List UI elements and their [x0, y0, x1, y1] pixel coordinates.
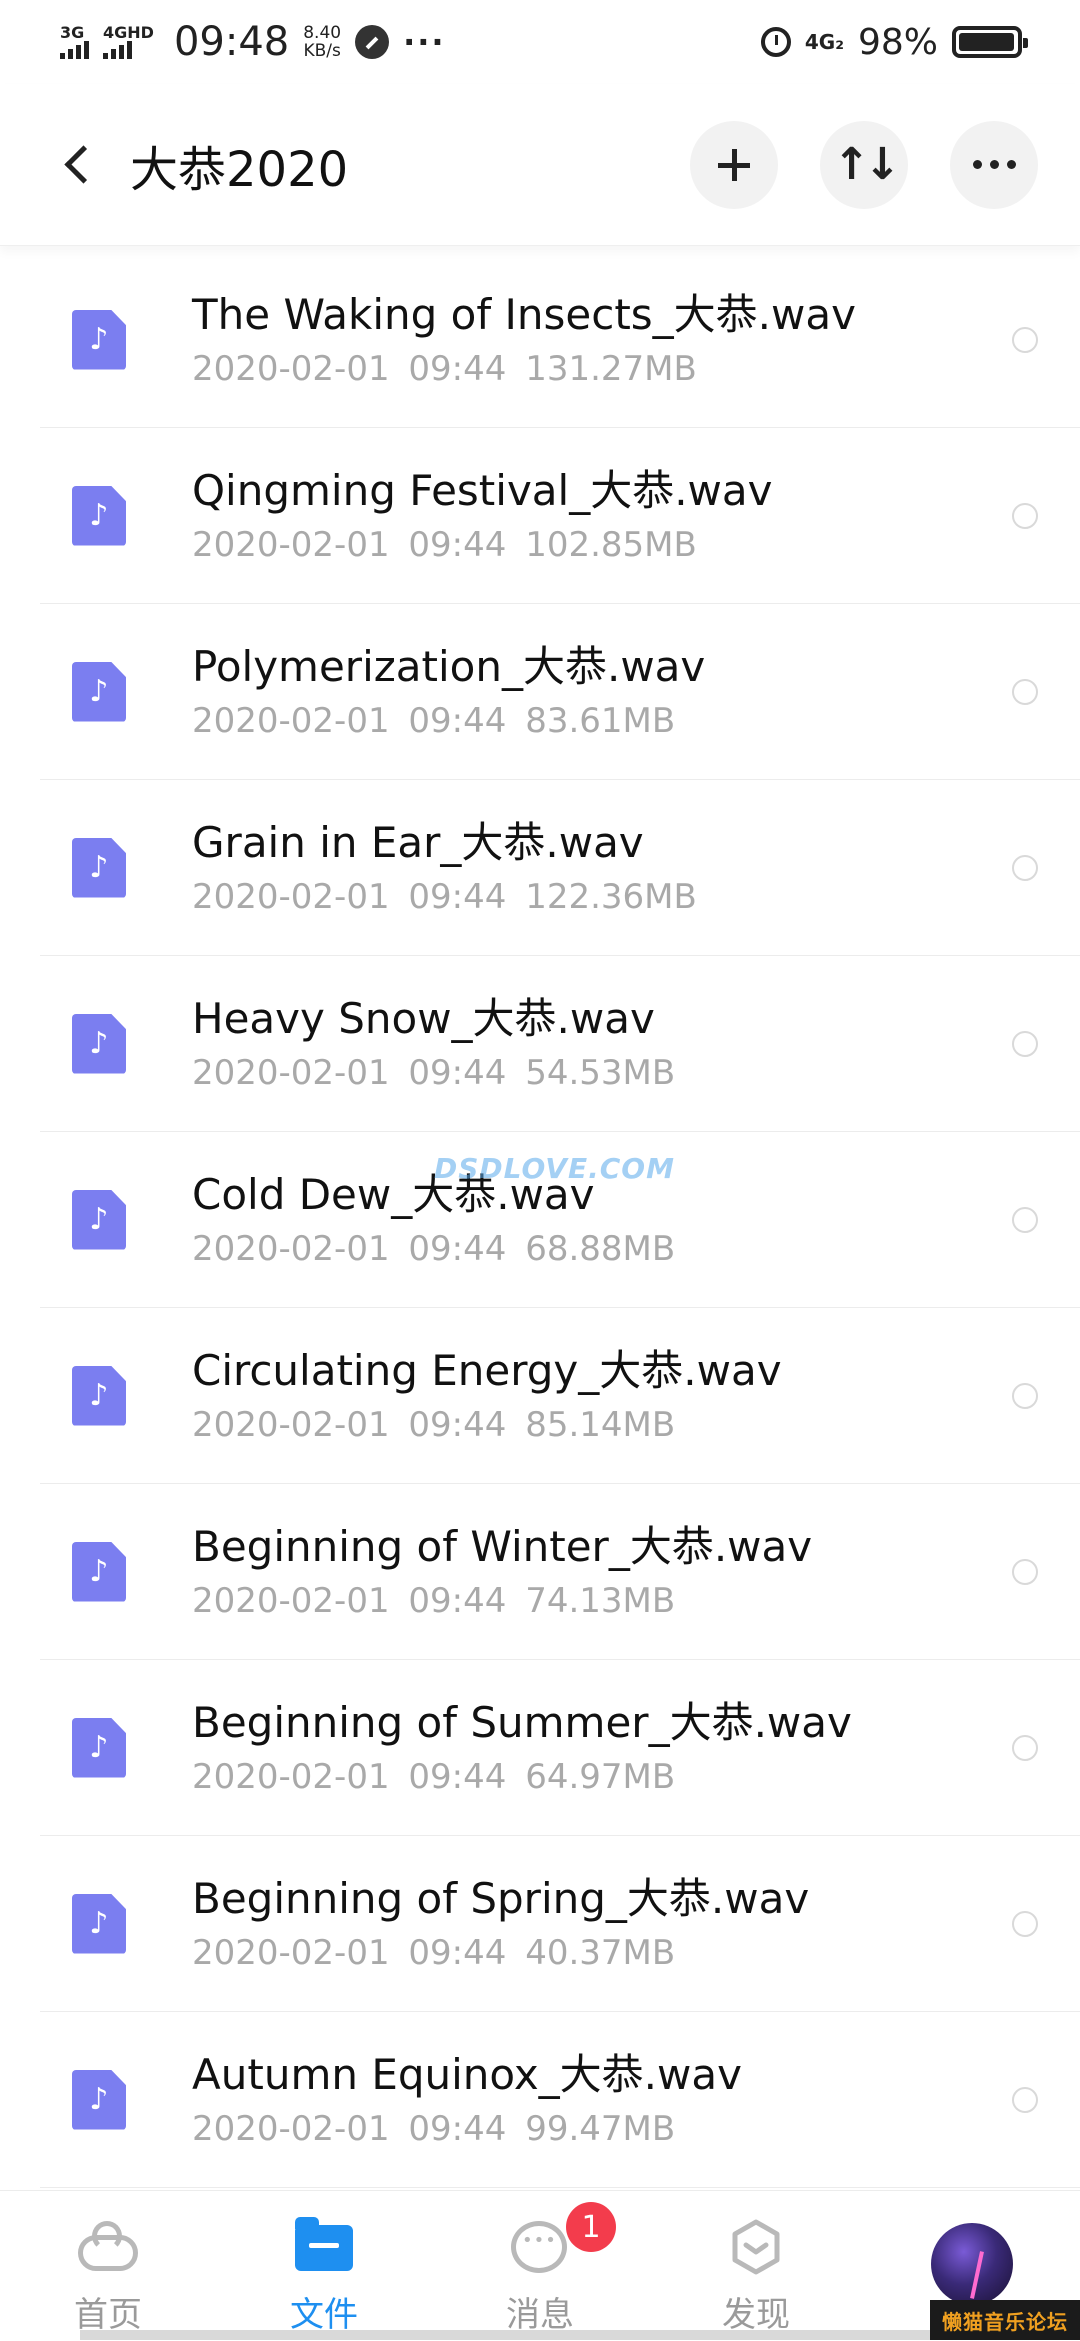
cloud-icon: [75, 2217, 141, 2277]
avatar[interactable]: [931, 2223, 1013, 2305]
select-radio[interactable]: [1012, 1910, 1038, 1937]
select-radio[interactable]: [1012, 1030, 1038, 1057]
home-indicator: [80, 2330, 980, 2340]
nav-discover-label: 发现: [722, 2295, 790, 2335]
audio-file-icon: [72, 1893, 126, 1954]
select-radio[interactable]: [1012, 326, 1038, 353]
file-name: Circulating Energy_大恭.wav: [192, 1345, 782, 1395]
audio-file-icon: [72, 309, 126, 370]
audio-file-icon: [72, 1541, 126, 1602]
sort-icon: ↑↓: [833, 139, 901, 190]
signal-3g-icon: 3G: [60, 25, 89, 59]
watermark: DSDLOVE.COM: [434, 1152, 675, 1185]
file-meta: 2020-02-01 09:44 64.97MB: [192, 1756, 676, 1797]
discover-icon: [723, 2217, 789, 2277]
net-label-1: 3G: [60, 23, 85, 42]
audio-file-icon: [72, 661, 126, 722]
file-meta: 2020-02-01 09:44 83.61MB: [192, 700, 676, 741]
clock: 09:48: [173, 19, 290, 65]
file-name: Qingming Festival_大恭.wav: [192, 465, 773, 515]
audio-file-icon: [72, 1365, 126, 1426]
list-item[interactable]: Autumn Equinox_大恭.wav 2020-02-01 09:44 9…: [40, 2012, 1080, 2188]
forum-logo: 懒猫音乐论坛: [930, 2300, 1080, 2340]
add-button[interactable]: [690, 120, 778, 209]
list-item[interactable]: Circulating Energy_大恭.wav 2020-02-01 09:…: [40, 1308, 1080, 1484]
plus-icon: [718, 148, 750, 181]
file-meta: 2020-02-01 09:44 102.85MB: [192, 524, 697, 565]
list-item[interactable]: Qingming Festival_大恭.wav 2020-02-01 09:4…: [40, 428, 1080, 604]
folder-icon: [291, 2217, 357, 2277]
list-item[interactable]: Heavy Snow_大恭.wav 2020-02-01 09:44 54.53…: [40, 956, 1080, 1132]
status-right: 4G₂ 98%: [760, 21, 1028, 63]
file-meta: 2020-02-01 09:44 85.14MB: [192, 1404, 676, 1445]
network-speed: 8.40 KB/s: [303, 24, 341, 60]
list-item[interactable]: Beginning of Summer_大恭.wav 2020-02-01 09…: [40, 1660, 1080, 1836]
select-radio[interactable]: [1012, 1734, 1038, 1761]
file-meta: 2020-02-01 09:44 40.37MB: [192, 1932, 676, 1973]
chat-icon: [507, 2217, 573, 2277]
chevron-left-icon: [63, 145, 103, 184]
file-meta: 2020-02-01 09:44 122.36MB: [192, 876, 697, 917]
bottom-nav: 首页 文件 消息 发现: [0, 2190, 1080, 2341]
nav-discover[interactable]: 发现: [648, 2191, 864, 2341]
select-radio[interactable]: [1012, 2086, 1038, 2113]
back-button[interactable]: [48, 135, 108, 195]
file-name: Beginning of Winter_大恭.wav: [192, 1521, 813, 1571]
file-name: Polymerization_大恭.wav: [192, 641, 706, 691]
list-item[interactable]: Beginning of Spring_大恭.wav 2020-02-01 09…: [40, 1836, 1080, 2012]
nav-files[interactable]: 文件: [216, 2191, 432, 2341]
app-header: 大恭2020 ↑↓: [0, 84, 1080, 246]
battery-percent: 98%: [857, 21, 938, 63]
file-name: Beginning of Spring_大恭.wav: [192, 1873, 810, 1923]
file-meta: 2020-02-01 09:44 131.27MB: [192, 348, 697, 389]
network-type: 4G₂: [804, 30, 844, 54]
battery-icon: [952, 26, 1028, 58]
status-bar: 3G 4GHD 09:48 8.40 KB/s ··· 4G₂ 98%: [0, 0, 1080, 84]
page-title: 大恭2020: [130, 141, 349, 198]
message-badge: 1: [566, 2202, 616, 2252]
speed-value: 8.40: [303, 23, 342, 43]
audio-file-icon: [72, 1717, 126, 1778]
alarm-icon: [760, 27, 791, 57]
nav-home[interactable]: 首页: [0, 2191, 216, 2341]
file-name: Grain in Ear_大恭.wav: [192, 817, 644, 867]
signal-4ghd-icon: 4GHD: [103, 25, 154, 59]
audio-file-icon: [72, 2069, 126, 2130]
more-dots-icon: [972, 160, 1016, 169]
app-notification-icon: [355, 25, 390, 59]
select-radio[interactable]: [1012, 678, 1038, 705]
file-name: Beginning of Summer_大恭.wav: [192, 1697, 852, 1747]
file-meta: 2020-02-01 09:44 68.88MB: [192, 1228, 676, 1269]
nav-messages-label: 消息: [506, 2295, 574, 2335]
list-item[interactable]: Grain in Ear_大恭.wav 2020-02-01 09:44 122…: [40, 780, 1080, 956]
list-item[interactable]: Beginning of Winter_大恭.wav 2020-02-01 09…: [40, 1484, 1080, 1660]
file-meta: 2020-02-01 09:44 74.13MB: [192, 1580, 676, 1621]
audio-file-icon: [72, 485, 126, 546]
select-radio[interactable]: [1012, 1206, 1038, 1233]
file-name: The Waking of Insects_大恭.wav: [192, 289, 856, 339]
file-name: Heavy Snow_大恭.wav: [192, 993, 655, 1043]
more-button[interactable]: [950, 120, 1038, 209]
select-radio[interactable]: [1012, 1558, 1038, 1585]
status-left: 3G 4GHD 09:48 8.40 KB/s ···: [60, 19, 446, 65]
nav-home-label: 首页: [74, 2295, 142, 2335]
file-list: The Waking of Insects_大恭.wav 2020-02-01 …: [0, 252, 1080, 2188]
select-radio[interactable]: [1012, 854, 1038, 881]
list-item[interactable]: Polymerization_大恭.wav 2020-02-01 09:44 8…: [40, 604, 1080, 780]
audio-file-icon: [72, 1189, 126, 1250]
file-name: Autumn Equinox_大恭.wav: [192, 2049, 742, 2099]
select-radio[interactable]: [1012, 1382, 1038, 1409]
audio-file-icon: [72, 1013, 126, 1074]
audio-file-icon: [72, 837, 126, 898]
speed-unit: KB/s: [303, 41, 341, 61]
file-meta: 2020-02-01 09:44 99.47MB: [192, 2108, 676, 2149]
net-label-2: 4GHD: [103, 23, 154, 42]
more-notifications-icon: ···: [403, 23, 446, 61]
sort-button[interactable]: ↑↓: [820, 120, 908, 209]
file-meta: 2020-02-01 09:44 54.53MB: [192, 1052, 676, 1093]
nav-messages[interactable]: 消息: [432, 2191, 648, 2341]
nav-files-label: 文件: [290, 2295, 358, 2335]
select-radio[interactable]: [1012, 502, 1038, 529]
list-item[interactable]: The Waking of Insects_大恭.wav 2020-02-01 …: [40, 252, 1080, 428]
